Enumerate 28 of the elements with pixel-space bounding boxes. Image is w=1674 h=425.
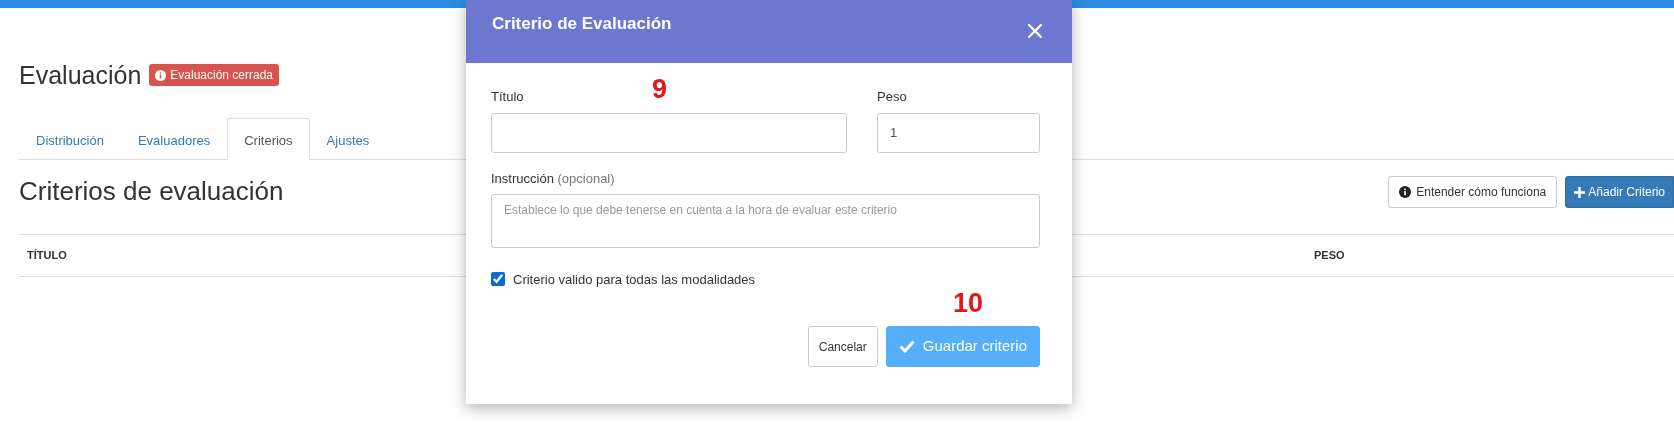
plus-icon bbox=[1574, 186, 1586, 198]
annotation-number: 9 bbox=[652, 76, 668, 103]
close-icon bbox=[1028, 24, 1042, 38]
add-button[interactable]: Añadir Criterio bbox=[1565, 176, 1674, 208]
modal-title: Criterio de Evaluación bbox=[492, 14, 672, 35]
field-label: Título bbox=[491, 88, 524, 106]
tab[interactable]: Criterios bbox=[227, 118, 310, 160]
cancel-button[interactable]: Cancelar bbox=[807, 326, 878, 367]
info-icon bbox=[1399, 186, 1412, 198]
column-header: PESO bbox=[1313, 248, 1346, 264]
checkbox[interactable] bbox=[491, 272, 505, 287]
checkmark-icon bbox=[898, 340, 915, 353]
section-title: Criterios de evaluación bbox=[19, 176, 284, 208]
checkbox-label: Criterio valido para todas las modalidades bbox=[513, 270, 756, 289]
instruction-textarea[interactable]: Establece lo que debe tenerse en cuenta a la hora de evaluar este criterio bbox=[491, 194, 1040, 248]
field-label: Instrucción (opcional) bbox=[491, 169, 615, 188]
info-icon bbox=[155, 69, 167, 81]
page-title: Evaluación bbox=[19, 60, 142, 90]
help-button[interactable]: Entender cómo funciona bbox=[1388, 176, 1558, 208]
annotation-number: 10 bbox=[953, 290, 984, 317]
title-input[interactable] bbox=[491, 112, 847, 153]
tab[interactable]: Ajustes bbox=[309, 118, 387, 160]
field-label: Peso bbox=[877, 88, 907, 106]
tab[interactable]: Distribución bbox=[19, 118, 121, 160]
weight-input[interactable]: 1 bbox=[877, 112, 1040, 153]
tab[interactable]: Evaluadores bbox=[120, 118, 228, 160]
status-badge: Evaluación cerrada bbox=[149, 64, 280, 86]
column-header: TÍTULO bbox=[26, 248, 68, 264]
